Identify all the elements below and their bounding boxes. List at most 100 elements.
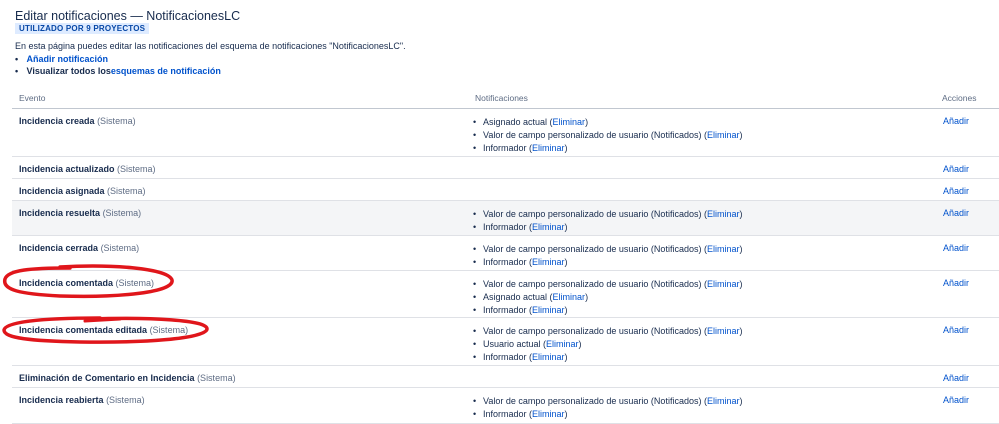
notification-recipient: Informador xyxy=(483,256,527,267)
notification-item: Informador (Eliminar) xyxy=(473,142,742,155)
view-all-schemes-item: Visualizar todos losesquemas de notifica… xyxy=(15,65,221,77)
page-title: Editar notificaciones — NotificacionesLC xyxy=(15,9,241,23)
event-cell: Incidencia actualizado (Sistema) xyxy=(19,164,156,174)
remove-notification-link[interactable]: Eliminar xyxy=(553,117,586,127)
add-action-link[interactable]: Añadir xyxy=(943,186,969,196)
event-type-tag: (Sistema) xyxy=(100,243,140,253)
remove-notification-link[interactable]: Eliminar xyxy=(707,244,740,254)
table-row: Incidencia asignada (Sistema) Añadir xyxy=(12,179,999,201)
event-type-tag: (Sistema) xyxy=(102,208,142,218)
event-name: Eliminación de Comentario en Incidencia xyxy=(19,373,195,383)
table-row: Incidencia actualizado (Sistema) Añadir xyxy=(12,157,999,179)
notification-list: Valor de campo personalizado de usuario … xyxy=(473,208,742,234)
table-row: Incidencia creada (Sistema) Asignado actu… xyxy=(12,109,999,157)
event-name: Incidencia resuelta xyxy=(19,208,101,218)
notification-recipient: Valor de campo personalizado de usuario … xyxy=(483,244,702,254)
notification-item: Valor de campo personalizado de usuario … xyxy=(473,129,742,142)
column-header-event: Evento xyxy=(19,93,46,103)
event-cell: Incidencia asignada (Sistema) xyxy=(19,186,146,196)
notification-list: Valor de campo personalizado de usuario … xyxy=(473,395,742,421)
event-type-tag: (Sistema) xyxy=(107,186,146,196)
notification-item: Valor de campo personalizado de usuario … xyxy=(473,278,742,291)
add-action-link[interactable]: Añadir xyxy=(943,373,969,383)
notification-recipient: Valor de campo personalizado de usuario … xyxy=(483,326,702,336)
add-notification-item: Añadir notificación xyxy=(15,53,221,65)
event-type-tag: (Sistema) xyxy=(106,395,145,405)
notification-recipient: Valor de campo personalizado de usuario … xyxy=(483,209,702,219)
event-cell: Incidencia reabierta (Sistema) xyxy=(19,395,145,405)
table-row: Incidencia comentada (Sistema) Valor de c… xyxy=(12,271,999,318)
add-action-link[interactable]: Añadir xyxy=(943,325,969,335)
notification-item: Informador (Eliminar) xyxy=(473,256,742,269)
event-type-tag: (Sistema) xyxy=(117,164,156,174)
notification-recipient: Informador xyxy=(483,221,527,232)
remove-notification-link[interactable]: Eliminar xyxy=(532,409,565,419)
event-type-tag: (Sistema) xyxy=(197,373,236,383)
notification-recipient: Informador xyxy=(483,304,527,315)
add-action-link[interactable]: Añadir xyxy=(943,208,969,218)
table-row: Incidencia reabierta (Sistema) Valor de c… xyxy=(12,388,999,424)
event-name: Incidencia comentada xyxy=(19,278,114,288)
event-type-tag: (Sistema) xyxy=(149,325,189,335)
remove-notification-link[interactable]: Eliminar xyxy=(553,292,586,302)
event-name: Incidencia asignada xyxy=(19,186,105,196)
add-action-link[interactable]: Añadir xyxy=(943,278,969,288)
remove-notification-link[interactable]: Eliminar xyxy=(532,143,565,153)
notification-list: Valor de campo personalizado de usuario … xyxy=(473,278,742,316)
remove-notification-link[interactable]: Eliminar xyxy=(546,339,579,349)
remove-notification-link[interactable]: Eliminar xyxy=(707,130,740,140)
remove-notification-link[interactable]: Eliminar xyxy=(532,352,565,362)
notification-item: Usuario actual (Eliminar) xyxy=(473,338,742,351)
remove-notification-link[interactable]: Eliminar xyxy=(532,305,565,315)
notification-recipient: Valor de campo personalizado de usuario … xyxy=(483,279,702,289)
notification-item: Asignado actual (Eliminar) xyxy=(473,116,742,129)
event-name: Incidencia cerrada xyxy=(19,243,99,253)
event-name: Incidencia comentada editada xyxy=(19,325,148,335)
remove-notification-link[interactable]: Eliminar xyxy=(707,396,740,406)
add-action-link[interactable]: Añadir xyxy=(943,243,969,253)
table-row: Eliminación de Comentario en Incidencia … xyxy=(12,366,999,388)
page-description: En esta página puedes editar las notific… xyxy=(15,41,406,51)
remove-notification-link[interactable]: Eliminar xyxy=(707,209,740,219)
event-cell: Eliminación de Comentario en Incidencia … xyxy=(19,373,236,383)
table-row: Incidencia comentada editada (Sistema) Va… xyxy=(12,318,999,366)
table-row: Incidencia cerrada (Sistema) Valor de cam… xyxy=(12,236,999,271)
projects-badge[interactable]: UTILIZADO POR 9 PROYECTOS xyxy=(15,23,150,34)
notification-list: Valor de campo personalizado de usuario … xyxy=(473,325,742,363)
notification-item: Informador (Eliminar) xyxy=(473,351,742,364)
table-row: Incidencia resuelta (Sistema) Valor de ca… xyxy=(12,201,999,236)
remove-notification-link[interactable]: Eliminar xyxy=(707,326,740,336)
event-name: Incidencia actualizado xyxy=(19,164,115,174)
event-type-tag: (Sistema) xyxy=(115,278,155,288)
add-action-link[interactable]: Añadir xyxy=(943,116,969,126)
notification-recipient: Informador xyxy=(483,351,527,362)
event-name: Incidencia reabierta xyxy=(19,395,104,405)
notification-recipient: Asignado actual xyxy=(483,117,548,127)
remove-notification-link[interactable]: Eliminar xyxy=(532,257,565,267)
notification-recipient: Valor de campo personalizado de usuario … xyxy=(483,396,702,406)
event-cell: Incidencia comentada editada (Sistema) xyxy=(19,325,188,335)
event-cell: Incidencia comentada (Sistema) xyxy=(19,278,154,288)
page-actions: Añadir notificación Visualizar todos los… xyxy=(15,53,221,77)
notification-list: Valor de campo personalizado de usuario … xyxy=(473,243,742,269)
notification-recipient: Asignado actual xyxy=(483,291,548,302)
add-action-link[interactable]: Añadir xyxy=(943,164,969,174)
view-all-schemes-link[interactable]: esquemas de notificación xyxy=(111,66,221,76)
event-type-tag: (Sistema) xyxy=(97,116,136,126)
remove-notification-link[interactable]: Eliminar xyxy=(532,222,565,232)
notification-item: Valor de campo personalizado de usuario … xyxy=(473,395,742,408)
add-action-link[interactable]: Añadir xyxy=(943,395,969,405)
notification-item: Asignado actual (Eliminar) xyxy=(473,291,742,304)
notification-item: Valor de campo personalizado de usuario … xyxy=(473,243,742,256)
notification-item: Valor de campo personalizado de usuario … xyxy=(473,325,742,338)
column-header-notifications: Notificaciones xyxy=(475,93,528,103)
notification-recipient: Usuario actual xyxy=(483,338,541,349)
notification-recipient: Valor de campo personalizado de usuario … xyxy=(483,129,702,140)
notification-item: Informador (Eliminar) xyxy=(473,304,742,317)
notification-recipient: Informador xyxy=(483,142,527,153)
notification-item: Informador (Eliminar) xyxy=(473,408,742,421)
notification-item: Informador (Eliminar) xyxy=(473,221,742,234)
add-notification-link[interactable]: Añadir notificación xyxy=(27,54,109,64)
remove-notification-link[interactable]: Eliminar xyxy=(707,279,740,289)
notification-recipient: Informador xyxy=(483,408,527,419)
